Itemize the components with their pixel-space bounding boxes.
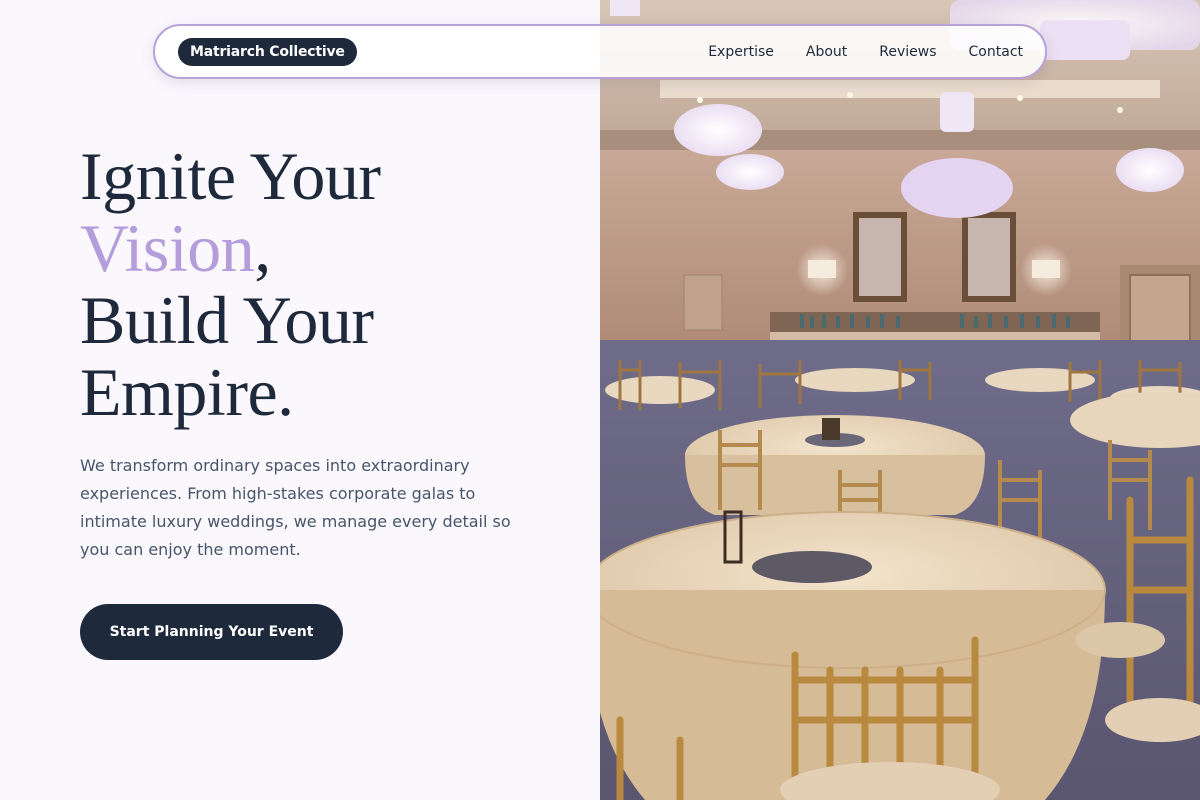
headline-accent-word: Vision: [80, 210, 255, 286]
nav-link-contact[interactable]: Contact: [969, 44, 1023, 60]
brand-logo[interactable]: Matriarch Collective: [178, 37, 357, 66]
headline-part1: Ignite Your: [80, 138, 381, 214]
hero-description: We transform ordinary spaces into extrao…: [80, 456, 511, 559]
headline-line2: Build Your: [80, 282, 374, 358]
headline-comma: ,: [254, 210, 271, 286]
ballroom-banquet-photo: [600, 0, 1200, 800]
ballroom-illustration: [600, 0, 1200, 800]
hero-headline: Ignite Your Vision, Build Your Empire.: [80, 140, 600, 428]
start-planning-button[interactable]: Start Planning Your Event: [80, 604, 343, 660]
top-navbar: Matriarch Collective Expertise About Rev…: [153, 24, 1047, 79]
nav-links: Expertise About Reviews Contact: [708, 44, 1023, 60]
nav-link-expertise[interactable]: Expertise: [708, 44, 774, 60]
nav-link-about[interactable]: About: [806, 44, 847, 60]
headline-line3: Empire.: [80, 354, 294, 430]
nav-link-reviews[interactable]: Reviews: [879, 44, 936, 60]
